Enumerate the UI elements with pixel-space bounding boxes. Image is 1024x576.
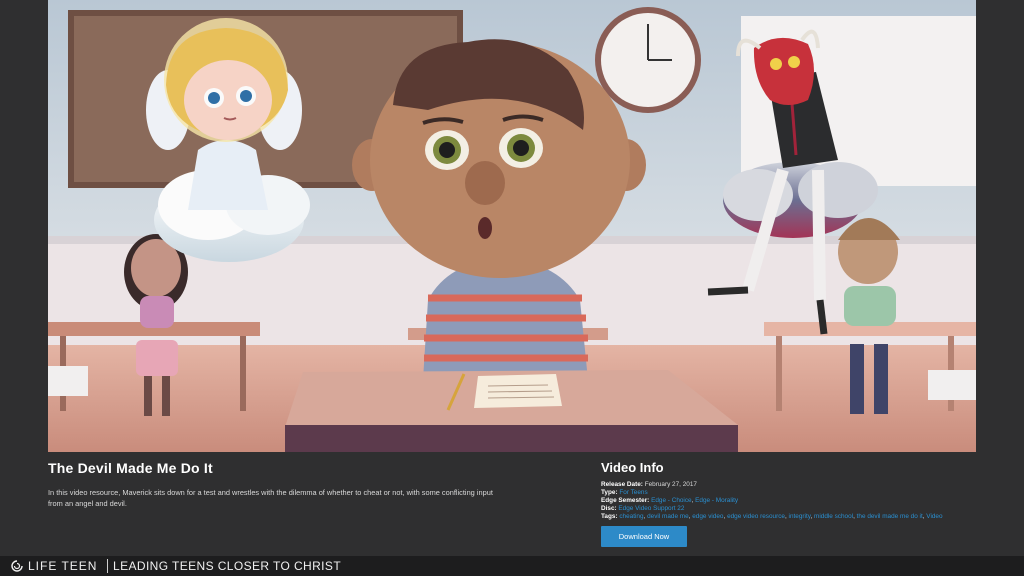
brand-name[interactable]: LIFE TEEN <box>28 559 97 573</box>
footer-divider <box>107 559 108 573</box>
tag-link[interactable]: cheating <box>619 513 643 520</box>
release-date-row: Release Date: February 27, 2017 <box>601 481 981 489</box>
tag-link[interactable]: edge video <box>692 513 723 520</box>
disc-link[interactable]: Edge Video Support 22 <box>618 505 684 512</box>
edge-semester-label: Edge Semester: <box>601 497 650 504</box>
edge-semester-link[interactable]: Edge - Choice <box>651 497 692 504</box>
disc-row: Disc: Edge Video Support 22 <box>601 505 981 513</box>
video-player[interactable] <box>48 0 976 452</box>
video-title: The Devil Made Me Do It <box>48 460 213 476</box>
tags-label: Tags: <box>601 513 618 520</box>
video-info-panel: Video Info Release Date: February 27, 20… <box>601 460 981 547</box>
edge-semester-link[interactable]: Edge - Morality <box>695 497 738 504</box>
type-label: Type: <box>601 489 618 496</box>
footer-bar: LIFE TEEN LEADING TEENS CLOSER TO CHRIST <box>0 556 1024 576</box>
download-now-button[interactable]: Download Now <box>601 526 687 547</box>
tag-link[interactable]: middle school <box>814 513 853 520</box>
release-date-value: February 27, 2017 <box>644 481 697 488</box>
tag-link[interactable]: devil made me <box>647 513 689 520</box>
tag-link[interactable]: edge video resource <box>727 513 785 520</box>
video-still <box>48 0 976 452</box>
tag-link[interactable]: Video <box>926 513 942 520</box>
video-info-heading: Video Info <box>601 460 664 475</box>
tags-row: Tags: cheating, devil made me, edge vide… <box>601 513 943 520</box>
edge-semester-row: Edge Semester: Edge - Choice, Edge - Mor… <box>601 497 739 504</box>
tag-link[interactable]: the devil made me do it <box>857 513 923 520</box>
life-teen-logo-icon[interactable] <box>11 560 23 572</box>
type-row: Type: For Teens <box>601 489 981 497</box>
video-description: In this video resource, Maverick sits do… <box>48 488 493 508</box>
release-date-label: Release Date: <box>601 481 643 488</box>
disc-label: Disc: <box>601 505 617 512</box>
tag-link[interactable]: integrity <box>789 513 811 520</box>
brand-tagline: LEADING TEENS CLOSER TO CHRIST <box>113 559 342 573</box>
type-link[interactable]: For Teens <box>619 489 647 496</box>
